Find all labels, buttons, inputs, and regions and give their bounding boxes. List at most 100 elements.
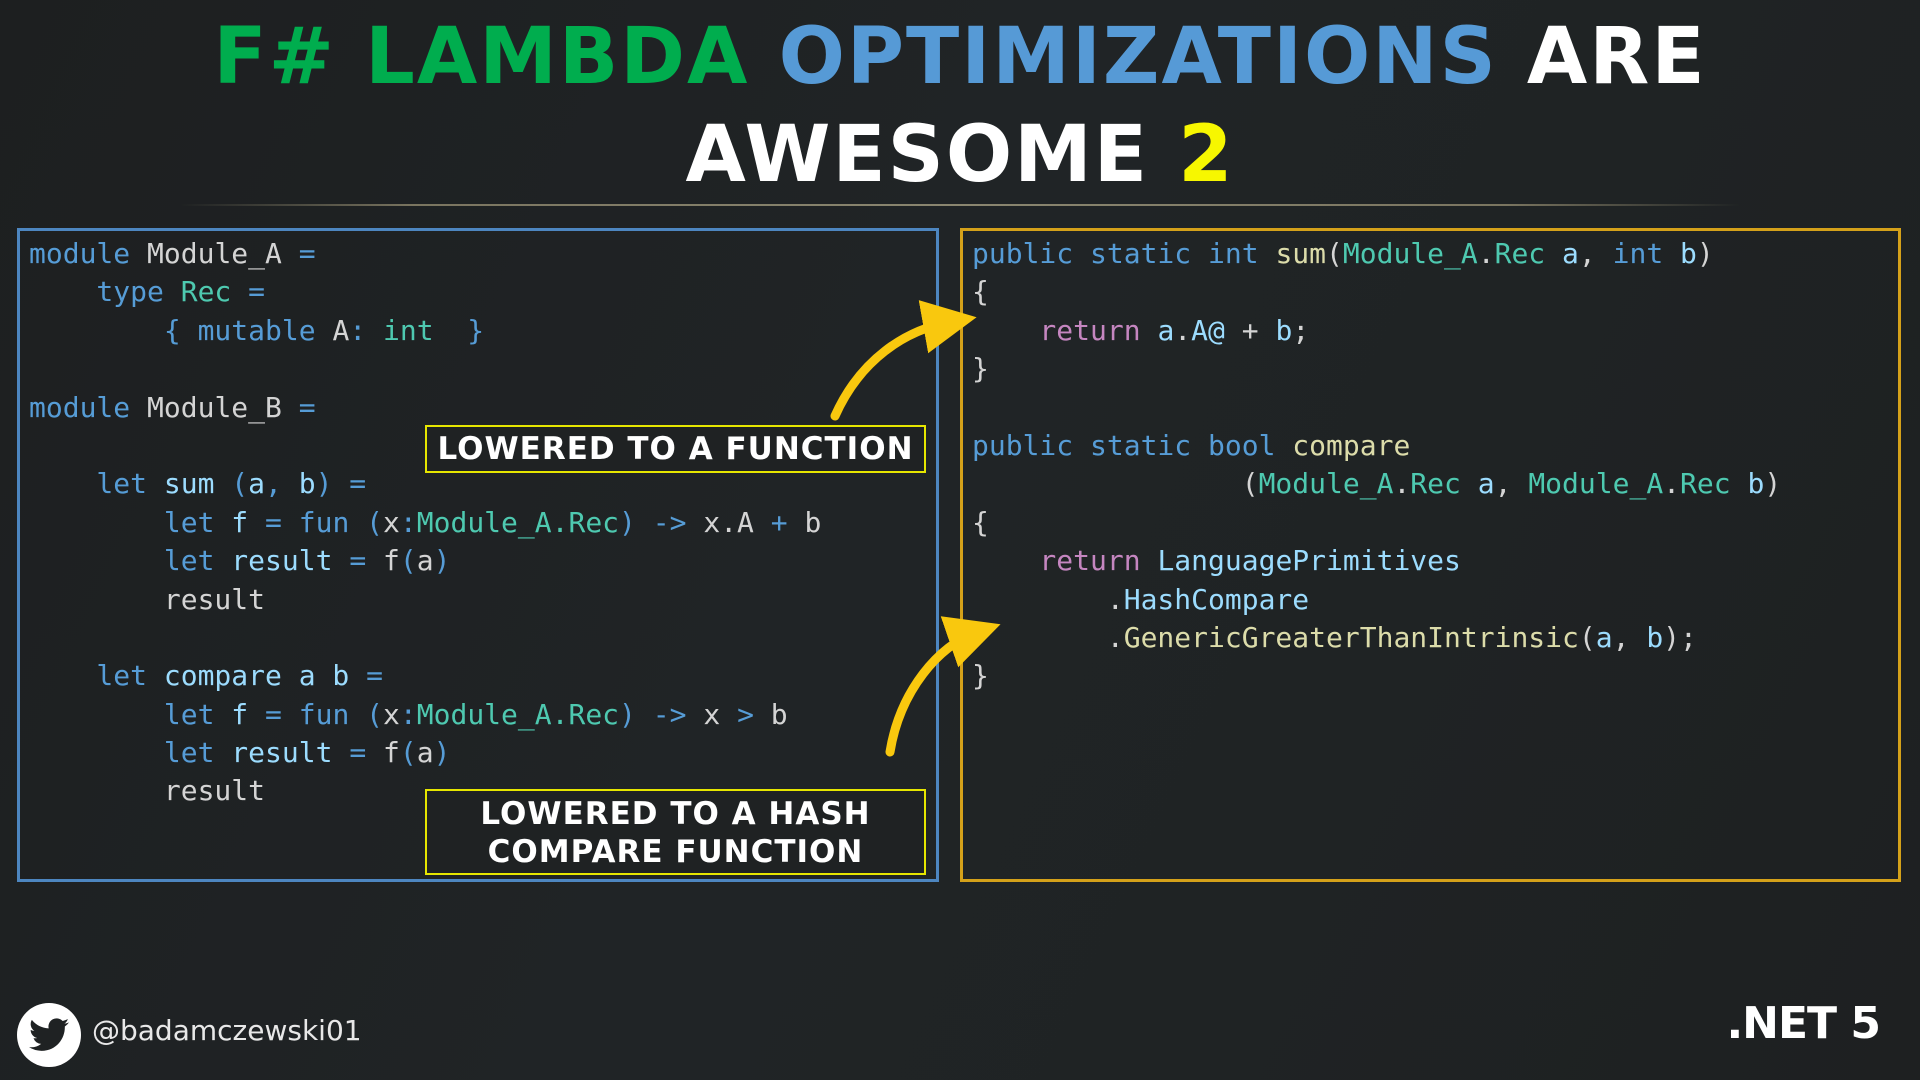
code-line: type Rec = — [29, 273, 821, 311]
code-token: int — [1612, 237, 1681, 270]
twitter-bird-glyph — [29, 1018, 69, 1051]
code-token: = — [366, 659, 384, 693]
code-token: = — [349, 736, 384, 770]
code-token: b — [298, 467, 316, 501]
code-token: } — [972, 352, 989, 386]
code-token: a — [1595, 620, 1613, 654]
code-token: Rec — [1410, 467, 1478, 501]
code-line: let f = fun (x:Module_A.Rec) -> x > b — [29, 696, 821, 734]
code-token: a — [1477, 467, 1495, 501]
code-token: = fun ( — [265, 505, 384, 539]
title-word: F# LAMBDA — [213, 12, 779, 102]
code-token: ( — [1326, 237, 1343, 270]
code-token: let — [29, 736, 232, 770]
code-token: x.A — [703, 505, 771, 539]
code-token: . — [1477, 237, 1495, 270]
code-token: let — [29, 505, 232, 539]
code-token: , — [1578, 237, 1613, 270]
code-token: module — [29, 237, 148, 270]
code-token: > — [737, 697, 771, 731]
code-token: A — [332, 313, 350, 347]
code-token: + — [770, 505, 805, 539]
code-token: = — [349, 544, 384, 578]
title-divider — [180, 204, 1740, 206]
title-word: 2 — [1178, 110, 1235, 200]
code-token: = — [298, 237, 316, 270]
code-token: f — [383, 736, 400, 770]
code-token: HashCompare — [1123, 582, 1310, 616]
code-token: x — [383, 505, 400, 539]
code-token: ( — [231, 467, 249, 501]
code-token: ( — [972, 467, 1259, 501]
code-token: A@ — [1191, 313, 1242, 347]
code-token: a — [1157, 313, 1175, 347]
annotation-text-line-1: LOWERED TO A HASH — [480, 796, 871, 832]
code-token: let — [29, 659, 164, 693]
code-token: { mutable — [29, 313, 333, 347]
code-token: ) -> — [619, 505, 704, 539]
annotation-lowered-to-function: LOWERED TO A FUNCTION — [425, 425, 926, 473]
code-token: ) = — [315, 467, 367, 501]
code-token: int — [383, 313, 434, 347]
code-token: let — [29, 467, 164, 501]
code-token: ; — [1292, 313, 1310, 347]
code-token: . — [1393, 467, 1411, 501]
csharp-code-panel: public static int sum(Module_A.Rec a, in… — [960, 228, 1901, 882]
code-token: type — [29, 275, 181, 309]
code-token: ); — [1663, 620, 1697, 654]
code-token: Module_A.Rec — [416, 697, 620, 731]
code-token: Rec — [180, 275, 249, 309]
code-token: f — [231, 505, 266, 539]
code-line: } — [972, 350, 1781, 388]
annotation-lowered-to-hash-compare: LOWERED TO A HASH COMPARE FUNCTION — [425, 789, 926, 875]
code-line: let result = f(a) — [29, 542, 821, 580]
code-token: GenericGreaterThanIntrinsic — [1123, 620, 1579, 654]
code-token: . — [1663, 467, 1681, 501]
code-token: a — [416, 544, 434, 578]
code-line: .GenericGreaterThanIntrinsic(a, b); — [972, 619, 1781, 657]
code-token: x — [383, 697, 400, 731]
code-token: public static int — [972, 237, 1276, 270]
code-token: a — [1562, 237, 1579, 270]
code-token: . — [972, 620, 1124, 654]
title-word: ARE — [1526, 12, 1707, 102]
code-token: result — [231, 736, 350, 770]
code-line: public static int sum(Module_A.Rec a, in… — [972, 235, 1781, 273]
code-token: sum — [1275, 237, 1327, 270]
code-token: compare a b — [163, 659, 367, 693]
code-token: b — [770, 697, 788, 731]
title-word: OPTIMIZATIONS — [778, 12, 1527, 102]
title-line-2: AWESOME 2 — [0, 116, 1920, 194]
code-token: let — [29, 697, 232, 731]
code-token: : — [399, 697, 417, 731]
annotation-text: LOWERED TO A FUNCTION — [437, 431, 914, 467]
code-token: LanguagePrimitives — [1157, 544, 1461, 578]
code-token: f — [383, 544, 400, 578]
code-token: + — [1241, 313, 1276, 347]
title-word: AWESOME — [685, 110, 1179, 200]
dotnet-version-badge: .NET 5 — [1726, 998, 1881, 1049]
code-token: result — [29, 582, 266, 616]
code-token: . — [1174, 313, 1192, 347]
code-token: b — [1680, 237, 1697, 270]
code-line: { — [972, 504, 1781, 542]
code-token: . — [972, 582, 1124, 616]
code-token: f — [231, 697, 266, 731]
code-token: b — [1275, 313, 1293, 347]
code-token: Module_B — [147, 390, 299, 424]
twitter-handle[interactable]: @badamczewski01 — [92, 1014, 362, 1047]
code-line: .HashCompare — [972, 581, 1781, 619]
code-token: Module_A — [1528, 467, 1664, 501]
fsharp-code: module Module_A = type Rec = { mutable A… — [29, 235, 821, 811]
code-line: result — [29, 581, 821, 619]
code-token: : — [349, 313, 384, 347]
twitter-bird-icon[interactable] — [17, 1003, 81, 1067]
code-token: Rec — [1494, 237, 1563, 270]
code-line: module Module_B = — [29, 389, 821, 427]
code-token: ) — [433, 544, 451, 578]
csharp-code: public static int sum(Module_A.Rec a, in… — [972, 235, 1781, 696]
code-line: { — [972, 273, 1781, 311]
code-line: let f = fun (x:Module_A.Rec) -> x.A + b — [29, 504, 822, 542]
